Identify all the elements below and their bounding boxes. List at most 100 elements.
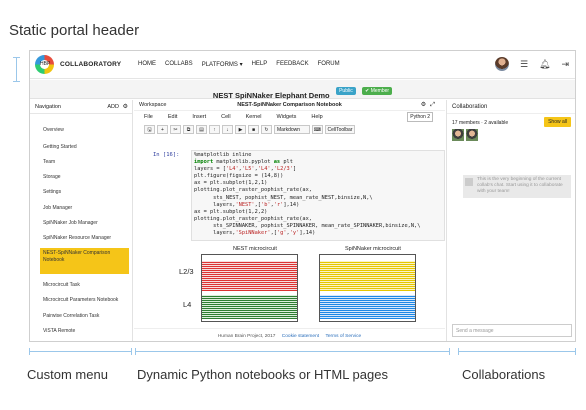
sidebar-item[interactable]: NEST-SpiNNaker Comparison Notebook bbox=[40, 248, 129, 274]
paste-icon[interactable]: ▤ bbox=[196, 125, 207, 134]
sidebar-item[interactable]: Settings bbox=[40, 187, 129, 198]
sidebar-item[interactable]: Overview bbox=[40, 125, 129, 136]
sidebar-item[interactable]: Team bbox=[40, 157, 129, 168]
terms-link[interactable]: Terms of Service bbox=[325, 334, 361, 339]
menu-help[interactable]: HELP bbox=[252, 61, 268, 68]
sidebar-item[interactable]: SpiNNaker Resource Manager bbox=[40, 233, 129, 244]
collaboration-header: Collaboration bbox=[447, 100, 575, 114]
portal-window: HBP COLLABORATORY HOME COLLABS PLATFORMS… bbox=[29, 50, 576, 342]
gear-icon[interactable]: ⚙ bbox=[123, 103, 128, 110]
sidebar-item[interactable]: Microcircuit Parameters Notebook bbox=[40, 295, 129, 306]
member-avatar[interactable] bbox=[452, 129, 464, 141]
collab-bracket bbox=[458, 348, 576, 355]
brand-name[interactable]: COLLABORATORY bbox=[60, 61, 121, 68]
collab-title: NEST SpiNNaker Elephant Demo bbox=[212, 91, 330, 100]
cell-type-select[interactable]: Markdown bbox=[274, 125, 310, 134]
public-badge: Public bbox=[336, 87, 356, 95]
code-cell[interactable]: %matplotlib inline import matplotlib.pyp… bbox=[191, 150, 445, 241]
workspace-header: Workspace NEST-SpiNNaker Comparison Note… bbox=[134, 100, 445, 111]
layer-label-l4: L4 bbox=[183, 300, 192, 309]
top-nav: HBP COLLABORATORY HOME COLLABS PLATFORMS… bbox=[30, 51, 575, 79]
collaboratory-logo[interactable]: HBP bbox=[35, 55, 54, 74]
member-badge[interactable]: ✔ Member bbox=[362, 87, 393, 95]
copy-icon[interactable]: ⧉ bbox=[183, 125, 194, 134]
notebook-toolbar: 🖫 + ✂ ⧉ ▤ ↑ ↓ ▶ ■ ↻ Markdown ⌨ CellToolb… bbox=[134, 123, 445, 136]
nb-menu-edit[interactable]: Edit bbox=[168, 114, 177, 120]
sidebar-item[interactable]: Microcircuit Task bbox=[40, 280, 129, 291]
sidebar-item[interactable]: Storage bbox=[40, 172, 129, 183]
message-input[interactable]: Send a message bbox=[452, 324, 572, 337]
nb-menu-widgets[interactable]: Widgets bbox=[277, 114, 297, 120]
sidebar-item[interactable]: Job Manager bbox=[40, 203, 129, 214]
cell-toolbar-button[interactable]: CellToolbar bbox=[325, 125, 355, 134]
footer-copyright: Human Brain Project, 2017 bbox=[217, 334, 276, 339]
members-count: 17 members · 2 available bbox=[452, 120, 509, 126]
expand-icon[interactable]: ⤢ bbox=[430, 102, 439, 108]
keyboard-icon[interactable]: ⌨ bbox=[312, 125, 323, 134]
nest-plot-title: NEST microcircuit bbox=[233, 246, 277, 252]
kernel-indicator: Python 2 bbox=[407, 112, 433, 122]
nb-menu-insert[interactable]: Insert bbox=[192, 114, 206, 120]
navigation-title: Navigation bbox=[35, 104, 61, 110]
spinnaker-l4-band bbox=[320, 295, 415, 319]
nb-menu-file[interactable]: File bbox=[144, 114, 153, 120]
move-up-icon[interactable]: ↑ bbox=[209, 125, 220, 134]
add-button[interactable]: ADD bbox=[107, 104, 119, 110]
menu-bracket bbox=[29, 348, 132, 355]
nb-menu-kernel[interactable]: Kernel bbox=[246, 114, 262, 120]
logout-icon[interactable]: ⇥ bbox=[561, 59, 569, 70]
anno-menu-label: Custom menu bbox=[27, 367, 108, 382]
notebook-bracket bbox=[135, 348, 450, 355]
notification-bell-icon[interactable]: 🔔︎ bbox=[539, 59, 550, 70]
sidebar-item[interactable]: ViSTA Remote bbox=[40, 326, 129, 337]
raster-plots: NEST microcircuit SpiNNaker microcircuit… bbox=[179, 246, 444, 328]
restart-icon[interactable]: ↻ bbox=[261, 125, 272, 134]
settings-icon[interactable]: ⚙ bbox=[421, 102, 430, 108]
members-row: 17 members · 2 available Show all bbox=[447, 114, 575, 128]
navigation-sidebar: Navigation ADD ⚙ Overview Getting Started… bbox=[30, 100, 133, 341]
navigation-header: Navigation ADD ⚙ bbox=[30, 100, 132, 114]
menu-feedback[interactable]: FEEDBACK bbox=[276, 61, 308, 68]
cut-icon[interactable]: ✂ bbox=[170, 125, 181, 134]
member-avatar[interactable] bbox=[466, 129, 478, 141]
chat-avatar-icon bbox=[465, 178, 473, 186]
stop-icon[interactable]: ■ bbox=[248, 125, 259, 134]
menu-forum[interactable]: FORUM bbox=[318, 61, 340, 68]
member-avatars bbox=[447, 128, 575, 146]
menu-home[interactable]: HOME bbox=[138, 61, 156, 68]
main-menu: HOME COLLABS PLATFORMS ▾ HELP FEEDBACK F… bbox=[138, 61, 340, 68]
layer-label-l23: L2/3 bbox=[179, 267, 194, 276]
spinnaker-raster-plot bbox=[319, 254, 416, 322]
spinnaker-l23-band bbox=[320, 261, 415, 291]
collab-title-bar: NEST SpiNNaker Elephant Demo Public ✔ Me… bbox=[30, 80, 575, 100]
workspace: Workspace NEST-SpiNNaker Comparison Note… bbox=[134, 100, 445, 328]
anno-collab-label: Collaborations bbox=[462, 367, 546, 382]
nest-l4-band bbox=[202, 295, 297, 319]
nb-menu-cell[interactable]: Cell bbox=[221, 114, 230, 120]
save-icon[interactable]: 🖫 bbox=[144, 125, 155, 134]
chat-intro-text: This is the very beginning of the curren… bbox=[477, 177, 563, 195]
sidebar-item[interactable]: Pairwise Correlation Task bbox=[40, 311, 129, 322]
cookie-statement-link[interactable]: Cookie statement bbox=[282, 334, 319, 339]
anno-header-label: Static portal header bbox=[9, 22, 140, 39]
menu-collabs[interactable]: COLLABS bbox=[165, 61, 193, 68]
nb-menu-help[interactable]: Help bbox=[311, 114, 322, 120]
move-down-icon[interactable]: ↓ bbox=[222, 125, 233, 134]
header-bracket bbox=[13, 57, 20, 82]
list-icon[interactable]: ☰ bbox=[520, 59, 528, 70]
chat-intro-message: This is the very beginning of the curren… bbox=[463, 175, 571, 198]
sidebar-item[interactable]: Getting Started bbox=[40, 142, 129, 153]
run-icon[interactable]: ▶ bbox=[235, 125, 246, 134]
notebook-menu: File Edit Insert Cell Kernel Widgets Hel… bbox=[134, 111, 445, 123]
logo-letter: HBP bbox=[40, 60, 51, 69]
notebook-title: NEST-SpiNNaker Comparison Notebook bbox=[237, 102, 342, 108]
nest-raster-plot bbox=[201, 254, 298, 322]
menu-platforms[interactable]: PLATFORMS ▾ bbox=[202, 61, 243, 68]
footer: Human Brain Project, 2017 Cookie stateme… bbox=[134, 328, 445, 341]
user-avatar[interactable] bbox=[494, 57, 509, 71]
anno-notebooks-label: Dynamic Python notebooks or HTML pages bbox=[137, 367, 388, 382]
show-all-button[interactable]: Show all bbox=[544, 117, 571, 127]
sidebar-item[interactable]: SpiNNaker Job Manager bbox=[40, 218, 129, 229]
add-cell-icon[interactable]: + bbox=[157, 125, 168, 134]
spinnaker-plot-title: SpiNNaker microcircuit bbox=[345, 246, 401, 252]
